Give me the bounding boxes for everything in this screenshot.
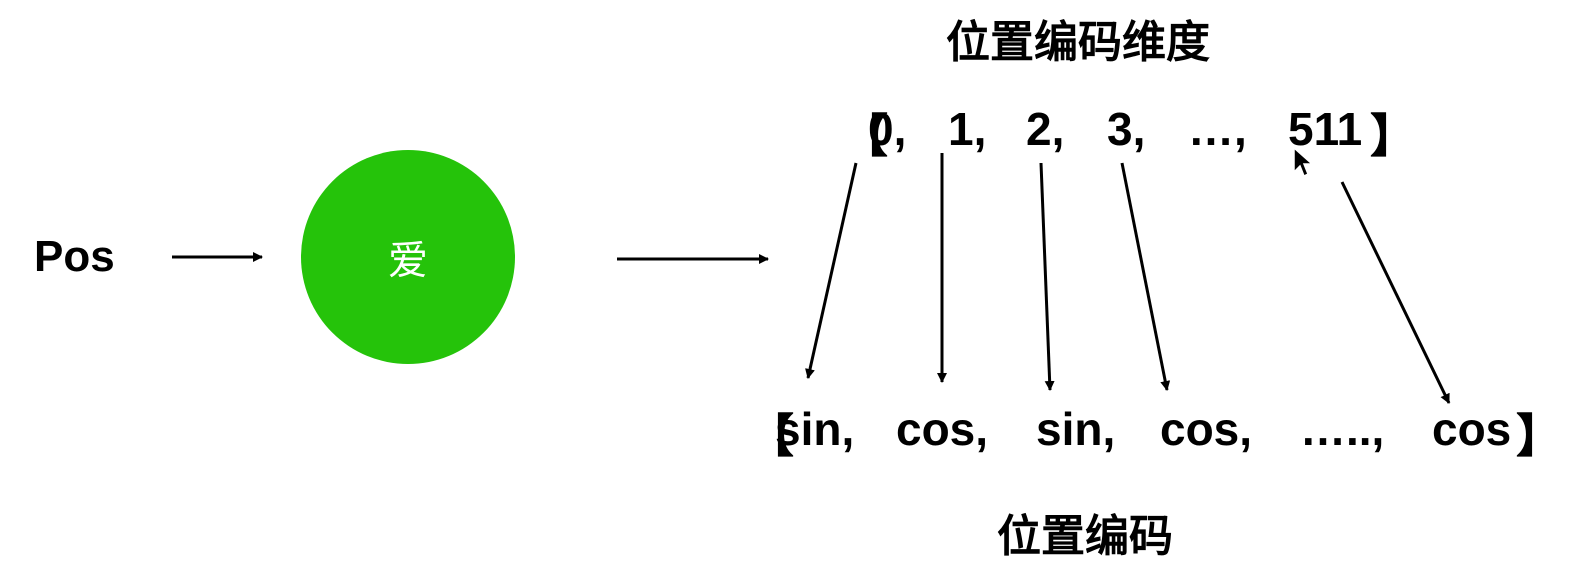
arrow-dim-3 <box>1120 162 1171 391</box>
arrow-dim-511 <box>1340 181 1451 404</box>
arrow-dim-2 <box>1039 162 1055 391</box>
arrows-layer <box>172 153 1451 404</box>
mouse-pointer-icon <box>1293 146 1314 178</box>
arrow-dim-0 <box>805 162 858 379</box>
